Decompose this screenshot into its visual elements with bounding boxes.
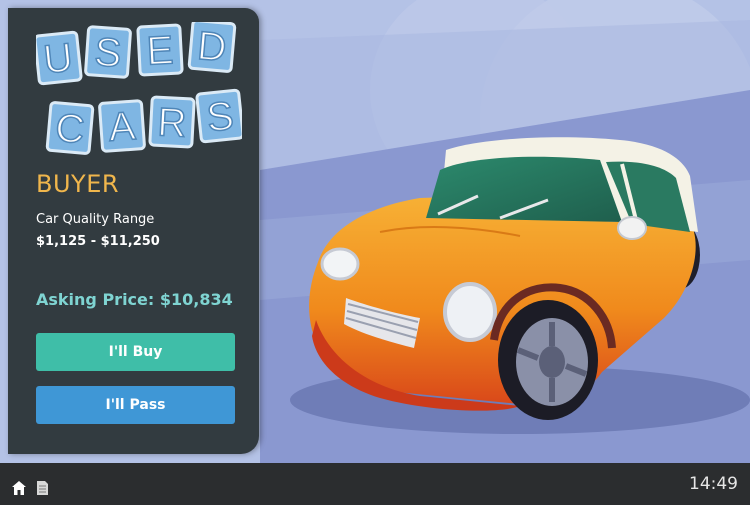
logo-letter: S: [205, 94, 236, 141]
home-icon[interactable]: [12, 480, 26, 499]
logo-letter: D: [196, 24, 229, 70]
clock: 14:49: [689, 474, 738, 494]
logo-letter: R: [156, 100, 187, 145]
pass-button[interactable]: I'll Pass: [36, 386, 235, 424]
logo-letter: C: [54, 106, 87, 152]
used-cars-logo: U S E D C A R S: [36, 22, 242, 155]
logo-letter: E: [146, 28, 175, 73]
buyer-panel: U S E D C A R S BUYER Car Quality Range …: [8, 8, 259, 454]
asking-price: Asking Price: $10,834: [36, 290, 233, 309]
logo-letter: S: [93, 30, 123, 76]
logo-letter: U: [41, 36, 74, 83]
quality-range-label: Car Quality Range: [36, 212, 155, 227]
buy-button[interactable]: I'll Buy: [36, 333, 235, 371]
game-screen: U S E D C A R S BUYER Car Quality Range …: [0, 0, 750, 463]
quality-range-value: $1,125 - $11,250: [36, 234, 160, 249]
taskbar: 14:49: [0, 463, 750, 505]
document-icon[interactable]: [37, 480, 48, 499]
logo-letter: A: [107, 104, 137, 150]
role-title: BUYER: [36, 170, 120, 198]
